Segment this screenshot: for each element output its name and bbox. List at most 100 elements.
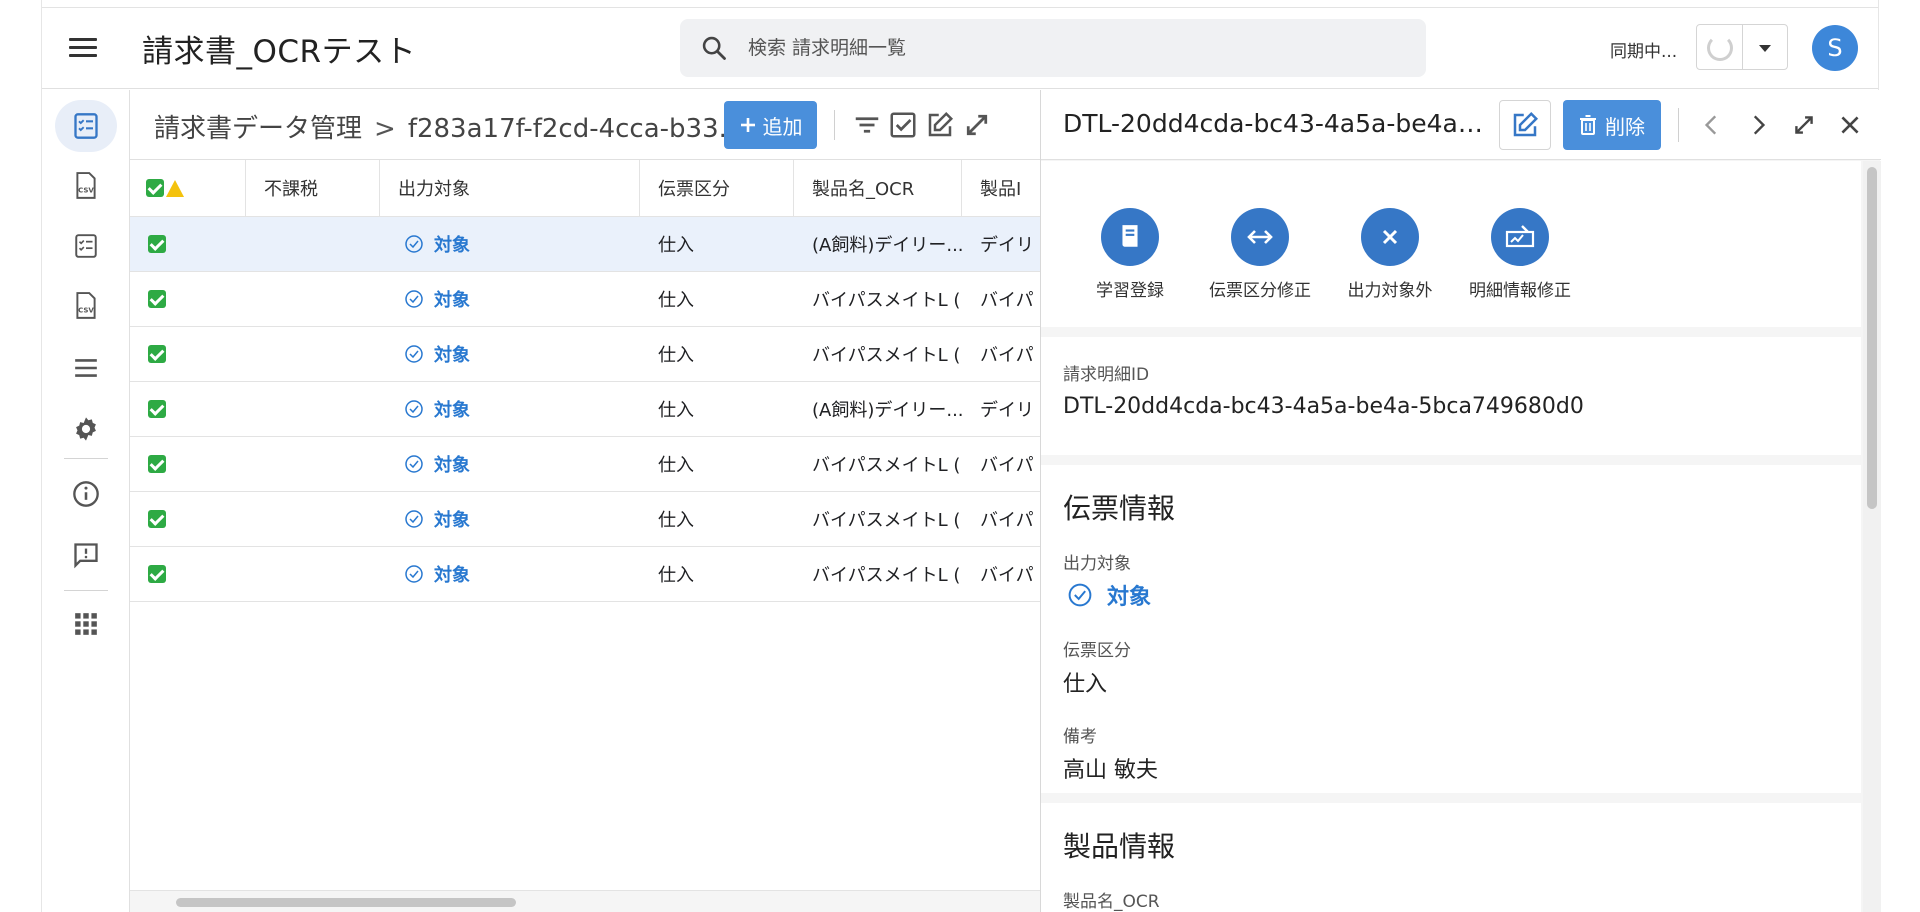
- filter-icon[interactable]: [852, 110, 882, 140]
- slip-type-cell: 仕入: [658, 565, 694, 586]
- svg-text:CSV: CSV: [78, 306, 94, 314]
- csv-file-icon: CSV: [76, 292, 96, 319]
- app-header: 請求書_OCRテスト 同期中... S: [42, 8, 1878, 89]
- expand-icon[interactable]: [1791, 112, 1817, 138]
- rail-item-info[interactable]: [55, 468, 117, 520]
- chevron-right-icon[interactable]: [1745, 112, 1771, 138]
- user-avatar[interactable]: S: [1812, 25, 1858, 71]
- slip-type-value: 仕入: [1063, 672, 1108, 697]
- column-header[interactable]: 製品名_OCR: [794, 160, 962, 216]
- table-row[interactable]: 対象 仕入 バイパスメイトL (... バイパ: [130, 327, 1040, 382]
- check-status-icon: [148, 345, 166, 363]
- check-status-icon: [148, 565, 166, 583]
- slip-type-cell: 仕入: [658, 455, 694, 476]
- menu-lines-icon: [75, 359, 97, 377]
- detail-id-card: 請求明細ID DTL-20dd4cda-bc43-4a5a-be4a-5bca7…: [1041, 337, 1861, 455]
- column-header[interactable]: 出力対象: [380, 160, 640, 216]
- product-ocr-cell: バイパスメイトL (...: [812, 345, 962, 366]
- edit-button[interactable]: [1499, 100, 1551, 150]
- rail-item-feedback[interactable]: [55, 529, 117, 581]
- delete-button-label: 削除: [1605, 114, 1645, 139]
- add-button[interactable]: 追加: [724, 101, 817, 149]
- product-cell: デイリ: [980, 400, 1034, 421]
- table-row[interactable]: 対象 仕入 バイパスメイトL (... バイパ: [130, 547, 1040, 602]
- detail-info-fix-action[interactable]: 明細情報修正: [1460, 208, 1580, 301]
- rail-item-settings[interactable]: [55, 403, 117, 455]
- search-icon: [702, 36, 726, 60]
- output-target-label: 対象: [434, 345, 470, 366]
- vertical-scrollbar[interactable]: [1863, 161, 1881, 912]
- column-header[interactable]: 伝票区分: [640, 160, 794, 216]
- column-header[interactable]: 不課税: [246, 160, 380, 216]
- status-column-header[interactable]: [130, 160, 246, 216]
- checkbox-select-icon[interactable]: [888, 110, 918, 140]
- check-status-icon: [148, 290, 166, 308]
- svg-text:CSV: CSV: [78, 186, 94, 194]
- product-cell: バイパ: [980, 565, 1034, 586]
- expand-icon[interactable]: [962, 110, 992, 140]
- edit-icon[interactable]: [925, 110, 955, 140]
- feedback-icon: [74, 543, 98, 569]
- csv-file-icon: CSV: [76, 172, 96, 199]
- search-bar[interactable]: [680, 19, 1426, 77]
- output-target-label: 対象: [434, 455, 470, 476]
- rail-item-apps[interactable]: [55, 598, 117, 650]
- table-row[interactable]: 対象 仕入 バイパスメイトL (... バイパ: [130, 492, 1040, 547]
- chevron-down-icon[interactable]: [1759, 45, 1771, 52]
- rail-item-checklist[interactable]: [55, 220, 117, 272]
- app-window: 請求書_OCRテスト 同期中... S CSV CSV: [41, 0, 1881, 912]
- output-target-label: 対象: [434, 290, 470, 311]
- table-row[interactable]: 対象 仕入 (A飼料)デイリー... デイリ: [130, 217, 1040, 272]
- slip-type-fix-action[interactable]: 伝票区分修正: [1200, 208, 1320, 301]
- product-cell: バイパ: [980, 290, 1034, 311]
- check-status-icon: [148, 235, 166, 253]
- product-info-card: 製品情報 製品名_OCR: [1041, 803, 1861, 912]
- column-header[interactable]: 製品I: [962, 160, 1040, 216]
- app-title: 請求書_OCRテスト: [142, 34, 417, 70]
- checklist-icon: [75, 234, 97, 258]
- table-header: 不課税 出力対象 伝票区分 製品名_OCR 製品I: [130, 160, 1040, 217]
- book-icon: [1101, 208, 1159, 266]
- exclude-output-action[interactable]: 出力対象外: [1330, 208, 1450, 301]
- rail-item-list[interactable]: [55, 100, 117, 152]
- breadcrumb-root[interactable]: 請求書データ管理: [154, 114, 362, 144]
- rail-divider: [64, 590, 108, 591]
- rail-item-csv[interactable]: CSV: [55, 160, 117, 212]
- info-icon: [73, 481, 99, 507]
- check-status-icon: [148, 455, 166, 473]
- detail-header: DTL-20dd4cda-bc43-4a5a-be4a-5b... 削除: [1041, 90, 1881, 160]
- output-target-text: 対象: [1107, 585, 1152, 610]
- table-row[interactable]: 対象 仕入 バイパスメイトL (... バイパ: [130, 272, 1040, 327]
- table-row[interactable]: 対象 仕入 (A飼料)デイリー... デイリ: [130, 382, 1040, 437]
- delete-button[interactable]: 削除: [1563, 100, 1661, 150]
- plus-icon: [740, 118, 755, 132]
- close-icon[interactable]: [1837, 112, 1863, 138]
- list-check-icon: [74, 113, 98, 139]
- table-row[interactable]: 対象 仕入 バイパスメイトL (... バイパ: [130, 437, 1040, 492]
- horizontal-scrollbar[interactable]: [130, 890, 1040, 912]
- hamburger-menu-icon[interactable]: [67, 34, 99, 62]
- chevron-right-icon: >: [374, 114, 396, 144]
- rail-item-csv-2[interactable]: CSV: [55, 280, 117, 332]
- learn-register-action[interactable]: 学習登録: [1070, 208, 1190, 301]
- product-info-title: 製品情報: [1063, 830, 1176, 863]
- trash-icon: [1580, 115, 1596, 135]
- product-cell: バイパ: [980, 455, 1034, 476]
- product-ocr-cell: バイパスメイトL (...: [812, 510, 962, 531]
- warning-icon: [166, 179, 184, 197]
- chevron-left-icon[interactable]: [1699, 112, 1725, 138]
- detail-title: DTL-20dd4cda-bc43-4a5a-be4a-5b...: [1063, 109, 1483, 138]
- slip-info-title: 伝票情報: [1063, 492, 1176, 525]
- search-input[interactable]: [748, 32, 1388, 64]
- slip-type-cell: 仕入: [658, 290, 694, 311]
- slip-type-cell: 仕入: [658, 400, 694, 421]
- output-target-label: 対象: [434, 235, 470, 256]
- loading-spinner-icon: [1707, 35, 1733, 61]
- quick-actions-card: 学習登録 伝票区分修正 出力対象外 明細情報修正: [1041, 161, 1861, 327]
- circle-check-icon: [405, 455, 423, 473]
- breadcrumb-current: f283a17f-f2cd-4cca-b33...: [407, 114, 744, 144]
- rail-item-menu[interactable]: [55, 342, 117, 394]
- sync-split-button[interactable]: [1696, 24, 1788, 70]
- scrollbar-thumb[interactable]: [1867, 167, 1877, 509]
- scrollbar-thumb[interactable]: [176, 898, 516, 907]
